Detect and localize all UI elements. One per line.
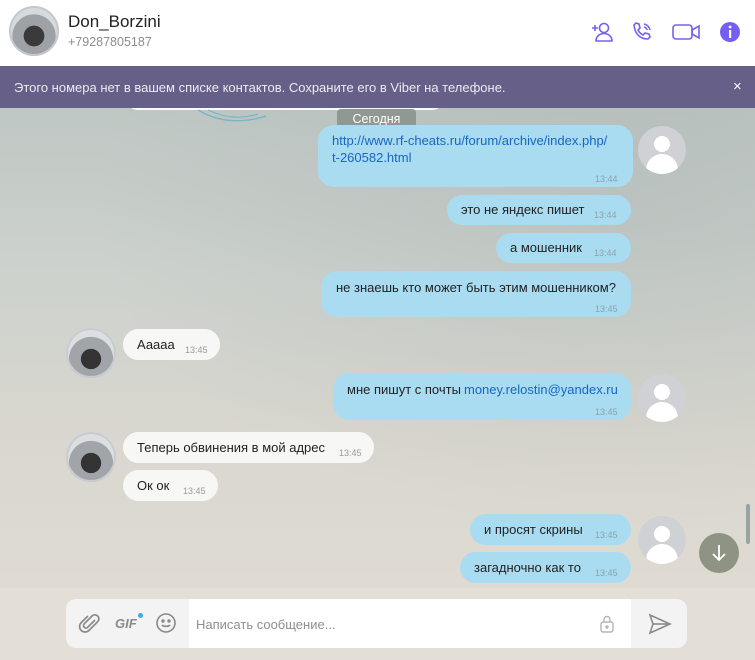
attach-icon[interactable]	[78, 612, 102, 636]
message-text: это не яндекс пишет	[461, 202, 585, 217]
email-link[interactable]: money.relostin@yandex.ru	[464, 381, 618, 398]
message-time: 13:45	[595, 407, 618, 417]
message-time: 13:45	[185, 345, 208, 355]
message-bubble-outgoing[interactable]: не знаешь кто может быть этим мошенником…	[321, 271, 631, 317]
message-time: 13:44	[594, 248, 617, 258]
message-text-prefix: мне пишут с почты	[347, 382, 461, 397]
user-avatar	[638, 126, 686, 174]
info-icon[interactable]	[716, 18, 744, 46]
message-bubble-outgoing[interactable]: мне пишут с почты money.relostin@yandex.…	[333, 373, 631, 420]
message-bubble-incoming[interactable]: Теперь обвинения в мой адрес 13:45	[123, 432, 374, 463]
contact-phone: +79287805187	[68, 35, 152, 49]
contact-name[interactable]: Don_Borzini	[68, 12, 161, 32]
wallpaper-decoration	[197, 109, 267, 122]
banner-text: Этого номера нет в вашем списке контакто…	[14, 80, 506, 95]
gif-icon[interactable]: GIF	[115, 616, 137, 631]
add-contact-icon[interactable]	[588, 18, 616, 46]
message-time: 13:44	[594, 210, 617, 220]
message-input-placeholder: Написать сообщение...	[196, 617, 336, 632]
message-bubble-outgoing[interactable]: http://www.rf-cheats.ru/forum/archive/in…	[318, 125, 633, 187]
message-time: 13:45	[595, 304, 618, 314]
message-time: 13:45	[595, 568, 618, 578]
message-bubble-incoming[interactable]: Ок ок 13:45	[123, 470, 218, 501]
close-icon[interactable]: ×	[733, 78, 742, 95]
message-time: 13:44	[595, 174, 618, 184]
lock-icon[interactable]	[599, 614, 615, 634]
message-bubble-outgoing[interactable]: это не яндекс пишет 13:44	[447, 195, 631, 225]
message-time: 13:45	[595, 530, 618, 540]
gif-new-dot	[138, 613, 143, 618]
message-bubble-outgoing[interactable]: а мошенник 13:44	[496, 233, 631, 263]
contact-avatar[interactable]	[9, 6, 59, 56]
message-bubble-outgoing[interactable]: загадночно как то 13:45	[460, 552, 631, 583]
message-time: 13:45	[339, 448, 362, 458]
message-text: Ок ок	[137, 478, 170, 493]
call-icon[interactable]	[628, 18, 656, 46]
chat-header: Don_Borzini +79287805187	[0, 0, 755, 66]
arrow-down-icon[interactable]	[699, 533, 739, 573]
message-text: Теперь обвинения в мой адрес	[137, 440, 326, 455]
message-list[interactable]: Сегодня http://www.rf-cheats.ru/forum/ar…	[0, 108, 755, 588]
emoji-icon[interactable]	[154, 611, 178, 635]
message-text: и просят скрины	[484, 522, 583, 537]
user-avatar	[638, 374, 686, 422]
unknown-contact-banner: Этого номера нет в вашем списке контакто…	[0, 66, 755, 108]
message-link-continued[interactable]: t-260582.html	[332, 149, 412, 166]
send-icon[interactable]	[647, 612, 673, 636]
scrollbar-thumb[interactable]	[746, 504, 750, 544]
message-text: загадночно как то	[474, 560, 581, 575]
message-link[interactable]: http://www.rf-cheats.ru/forum/archive/in…	[332, 132, 607, 149]
video-call-icon[interactable]	[670, 18, 702, 46]
message-bubble-incoming[interactable]: Ааааа 13:45	[123, 329, 220, 360]
contact-avatar-small[interactable]	[66, 432, 116, 482]
message-text: Ааааа	[137, 337, 175, 352]
contact-avatar-small[interactable]	[66, 328, 116, 378]
message-text: не знаешь кто может быть этим мошенником…	[336, 280, 616, 295]
message-text: а мошенник	[510, 240, 582, 255]
user-avatar	[638, 516, 686, 564]
message-bubble-outgoing[interactable]: и просят скрины 13:45	[470, 514, 631, 545]
message-time: 13:45	[183, 486, 206, 496]
